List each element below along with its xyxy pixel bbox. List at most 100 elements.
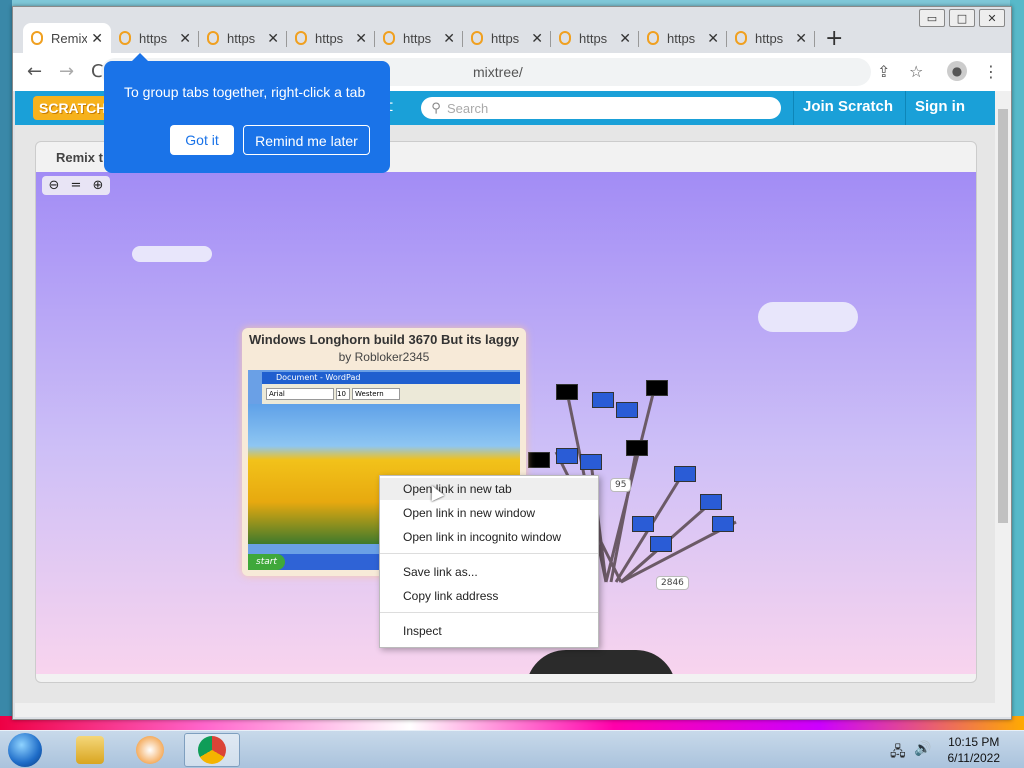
window-controls: ▭ □ ✕ [919,9,1005,27]
project-author: by Robloker2345 [338,350,430,364]
chrome-icon [198,736,226,764]
search-icon: ⚲ [431,100,441,116]
remix-node[interactable] [592,392,614,408]
volume-icon[interactable]: 🔊 [914,741,931,757]
remix-node[interactable] [580,454,602,470]
tab-group-tip-popup: To group tabs together, right-click a ta… [104,53,390,173]
scratch-favicon-icon [207,31,219,45]
menu-separator [380,553,598,554]
remix-node[interactable] [528,452,550,468]
tab-close-icon[interactable]: ✕ [619,30,631,47]
menu-inspect[interactable]: Inspect [380,620,598,642]
tab-close-icon[interactable]: ✕ [531,30,543,47]
desktop-left-edge [0,0,12,730]
remix-node[interactable] [650,536,672,552]
person-icon: ● [947,61,967,81]
minimize-button[interactable]: ▭ [919,9,945,27]
tab-title: https [227,30,256,46]
url-text: mixtree/ [473,64,523,80]
popup-arrow [132,53,148,61]
system-clock[interactable]: 10:15 PM 6/11/2022 [948,734,1001,766]
remix-node[interactable] [646,380,668,396]
maximize-button[interactable]: □ [949,9,975,27]
scratch-favicon-icon [559,31,571,45]
remix-node[interactable] [626,440,648,456]
nav-divider [905,91,906,125]
menu-open-new-tab[interactable]: Open link in new tab [380,478,598,500]
clock-time: 10:15 PM [948,735,1000,749]
tab-https[interactable]: https ✕ [727,23,815,53]
tab-https[interactable]: https ✕ [463,23,551,53]
tab-title: https [667,30,696,46]
scratch-favicon-icon [295,31,307,45]
scratch-logo[interactable]: SCRATCH [33,96,113,120]
menu-open-new-window[interactable]: Open link in new window [380,502,598,524]
menu-save-link[interactable]: Save link as... [380,561,598,583]
menu-separator [380,612,598,613]
scrollbar-thumb[interactable] [998,109,1008,523]
forward-arrow-icon[interactable]: → [59,61,74,82]
tab-https[interactable]: https ✕ [287,23,375,53]
windows-start-button[interactable] [8,733,42,767]
got-it-button[interactable]: Got it [170,125,234,155]
back-arrow-icon[interactable]: ← [27,61,42,82]
tab-https[interactable]: https ✕ [375,23,463,53]
taskbar-media-player[interactable] [122,733,178,767]
share-icon[interactable]: ⇪ [877,62,890,81]
scratch-favicon-icon [383,31,395,45]
remix-node[interactable] [712,516,734,532]
remix-node[interactable] [556,448,578,464]
tab-close-icon[interactable]: ✕ [795,30,807,47]
chrome-menu-icon[interactable]: ⋮ [983,62,999,81]
font-size-field: 10 [336,388,350,400]
tab-https[interactable]: https ✕ [639,23,727,53]
vertical-scrollbar[interactable] [995,91,1011,717]
scratch-favicon-icon [119,31,131,45]
remind-later-button[interactable]: Remind me later [243,125,370,155]
folder-icon [76,736,104,764]
tab-close-icon[interactable]: ✕ [267,30,279,47]
close-button[interactable]: ✕ [979,9,1005,27]
tab-remix[interactable]: Remix ✕ [23,23,111,53]
project-title: Windows Longhorn build 3670 But its lagg… [249,332,519,347]
bookmark-star-icon[interactable]: ☆ [909,62,923,81]
tab-close-icon[interactable]: ✕ [91,30,103,47]
join-scratch-link[interactable]: Join Scratch [803,98,893,115]
wordpad-toolbar: Arial 10 Western [262,384,520,404]
tab-title: https [315,30,344,46]
menu-open-incognito[interactable]: Open link in incognito window [380,526,598,548]
menu-copy-link[interactable]: Copy link address [380,585,598,607]
new-tab-button[interactable]: + [825,23,843,53]
xp-start-button: start [248,554,285,570]
tab-title: Remix [51,30,88,46]
taskbar-explorer[interactable] [62,733,118,767]
tab-close-icon[interactable]: ✕ [707,30,719,47]
tab-https[interactable]: https ✕ [199,23,287,53]
tab-title: https [491,30,520,46]
search-input[interactable]: ⚲ Search [421,97,781,119]
taskbar-chrome[interactable] [184,733,240,767]
remix-node[interactable] [674,466,696,482]
tab-close-icon[interactable]: ✕ [355,30,367,47]
scratch-favicon-icon [647,31,659,45]
media-player-icon [136,736,164,764]
tab-close-icon[interactable]: ✕ [443,30,455,47]
network-icon[interactable]: 🖧 [890,741,906,765]
clock-date: 6/11/2022 [947,751,1001,765]
sign-in-link[interactable]: Sign in [915,98,965,115]
remix-node[interactable] [700,494,722,510]
scratch-favicon-icon [471,31,483,45]
scratch-favicon-icon [735,31,747,45]
scratch-favicon-icon [31,31,43,45]
tab-https[interactable]: https ✕ [111,23,199,53]
popup-message: To group tabs together, right-click a ta… [124,84,366,100]
horizontal-scrollbar[interactable] [15,703,995,717]
desktop-right-edge [1010,0,1024,730]
remix-node[interactable] [632,516,654,532]
profile-avatar[interactable]: ● [947,61,967,81]
remix-node[interactable] [616,402,638,418]
tab-close-icon[interactable]: ✕ [179,30,191,47]
tab-https[interactable]: https ✕ [551,23,639,53]
tab-title: https [403,30,432,46]
remix-node[interactable] [556,384,578,400]
